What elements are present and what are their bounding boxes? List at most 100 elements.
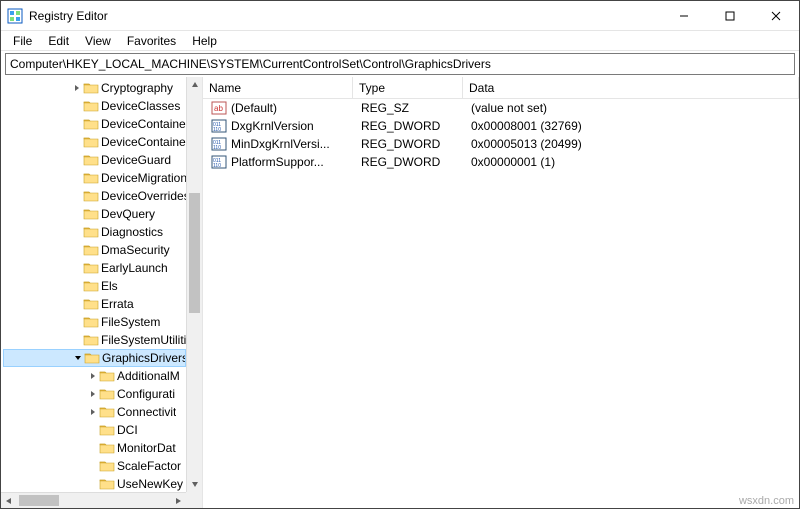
list-header: Name Type Data — [203, 77, 799, 99]
tree-item[interactable]: DevQuery — [3, 205, 186, 223]
value-type: REG_DWORD — [357, 119, 467, 133]
tree-item[interactable]: UseNewKey — [3, 475, 186, 492]
scroll-down-arrow[interactable] — [187, 476, 202, 492]
tree-item[interactable]: EarlyLaunch — [3, 259, 186, 277]
tree-item[interactable]: FileSystem — [3, 313, 186, 331]
tree-item-label: Els — [101, 279, 118, 293]
expand-chevron-icon — [71, 334, 83, 346]
value-row[interactable]: 011110PlatformSuppor...REG_DWORD0x000000… — [203, 153, 799, 171]
folder-icon — [83, 99, 99, 113]
value-name: PlatformSuppor... — [231, 155, 324, 169]
expand-chevron-icon — [71, 244, 83, 256]
expand-chevron-icon — [71, 118, 83, 130]
tree-item[interactable]: DeviceGuard — [3, 151, 186, 169]
scroll-left-arrow[interactable] — [1, 493, 17, 508]
horizontal-scrollbar[interactable] — [1, 492, 186, 508]
values-list[interactable]: ab(Default)REG_SZ(value not set)011110Dx… — [203, 99, 799, 508]
folder-icon — [99, 423, 115, 437]
menu-help[interactable]: Help — [184, 32, 225, 50]
folder-icon — [83, 171, 99, 185]
folder-icon — [83, 117, 99, 131]
folder-icon — [83, 81, 99, 95]
tree-item[interactable]: GraphicsDrivers — [3, 349, 186, 367]
address-bar[interactable]: Computer\HKEY_LOCAL_MACHINE\SYSTEM\Curre… — [5, 53, 795, 75]
scroll-thumb[interactable] — [189, 193, 200, 313]
expand-chevron-icon — [87, 442, 99, 454]
menu-edit[interactable]: Edit — [40, 32, 77, 50]
expand-chevron-icon — [71, 172, 83, 184]
folder-icon — [99, 405, 115, 419]
tree-item[interactable]: DmaSecurity — [3, 241, 186, 259]
tree-item[interactable]: Diagnostics — [3, 223, 186, 241]
tree-item[interactable]: AdditionalM — [3, 367, 186, 385]
value-row[interactable]: ab(Default)REG_SZ(value not set) — [203, 99, 799, 117]
tree-item-label: EarlyLaunch — [101, 261, 168, 275]
tree-item-label: ScaleFactor — [117, 459, 181, 473]
tree-item[interactable]: DeviceContainers — [3, 133, 186, 151]
registry-tree[interactable]: Cryptography DeviceClasses DeviceContainer… — [1, 77, 186, 492]
expand-chevron-icon[interactable] — [71, 82, 83, 94]
expand-chevron-icon[interactable] — [87, 406, 99, 418]
svg-text:ab: ab — [214, 104, 223, 113]
expand-chevron-icon[interactable] — [87, 370, 99, 382]
tree-item[interactable]: DeviceMigration — [3, 169, 186, 187]
value-row[interactable]: 011110DxgKrnlVersionREG_DWORD0x00008001 … — [203, 117, 799, 135]
menu-favorites[interactable]: Favorites — [119, 32, 184, 50]
value-name: MinDxgKrnlVersi... — [231, 137, 330, 151]
svg-text:110: 110 — [213, 127, 221, 133]
folder-icon — [83, 225, 99, 239]
tree-item[interactable]: DeviceOverrides — [3, 187, 186, 205]
tree-pane: Cryptography DeviceClasses DeviceContainer… — [1, 77, 203, 508]
close-button[interactable] — [753, 1, 799, 31]
scroll-right-arrow[interactable] — [170, 493, 186, 508]
tree-item[interactable]: Connectivit — [3, 403, 186, 421]
tree-item[interactable]: Configurati — [3, 385, 186, 403]
expand-chevron-icon[interactable] — [72, 352, 84, 364]
tree-item-label: DCI — [117, 423, 138, 437]
folder-icon — [83, 207, 99, 221]
tree-item-label: Connectivit — [117, 405, 176, 419]
folder-icon — [99, 441, 115, 455]
tree-item[interactable]: DeviceContainers — [3, 115, 186, 133]
tree-item-label: UseNewKey — [117, 477, 183, 491]
tree-item-label: GraphicsDrivers — [102, 351, 185, 365]
tree-item[interactable]: DCI — [3, 421, 186, 439]
tree-item[interactable]: MonitorDat — [3, 439, 186, 457]
tree-item-label: DmaSecurity — [101, 243, 170, 257]
tree-item[interactable]: ScaleFactor — [3, 457, 186, 475]
scroll-thumb-h[interactable] — [19, 495, 59, 506]
menu-file[interactable]: File — [5, 32, 40, 50]
value-name: (Default) — [231, 101, 277, 115]
vertical-scrollbar[interactable] — [186, 77, 202, 492]
value-row[interactable]: 011110MinDxgKrnlVersi...REG_DWORD0x00005… — [203, 135, 799, 153]
maximize-button[interactable] — [707, 1, 753, 31]
column-type[interactable]: Type — [353, 77, 463, 98]
scroll-up-arrow[interactable] — [187, 77, 202, 93]
column-name[interactable]: Name — [203, 77, 353, 98]
svg-text:110: 110 — [213, 163, 221, 169]
scrollbar-corner — [186, 492, 202, 508]
tree-item[interactable]: Errata — [3, 295, 186, 313]
column-data[interactable]: Data — [463, 77, 799, 98]
tree-item-label: AdditionalM — [117, 369, 180, 383]
value-name: DxgKrnlVersion — [231, 119, 314, 133]
expand-chevron-icon — [71, 226, 83, 238]
svg-text:110: 110 — [213, 145, 221, 151]
menu-view[interactable]: View — [77, 32, 119, 50]
tree-item[interactable]: Cryptography — [3, 79, 186, 97]
expand-chevron-icon — [71, 208, 83, 220]
tree-item-label: DeviceClasses — [101, 99, 180, 113]
folder-icon — [83, 135, 99, 149]
expand-chevron-icon — [71, 100, 83, 112]
expand-chevron-icon — [87, 460, 99, 472]
window-title: Registry Editor — [29, 9, 661, 23]
tree-item[interactable]: DeviceClasses — [3, 97, 186, 115]
tree-item[interactable]: FileSystemUtilities — [3, 331, 186, 349]
minimize-button[interactable] — [661, 1, 707, 31]
address-text: Computer\HKEY_LOCAL_MACHINE\SYSTEM\Curre… — [10, 57, 491, 71]
tree-item-label: FileSystem — [101, 315, 160, 329]
expand-chevron-icon[interactable] — [87, 388, 99, 400]
folder-icon — [84, 351, 100, 365]
tree-item[interactable]: Els — [3, 277, 186, 295]
body: Cryptography DeviceClasses DeviceContainer… — [1, 77, 799, 508]
